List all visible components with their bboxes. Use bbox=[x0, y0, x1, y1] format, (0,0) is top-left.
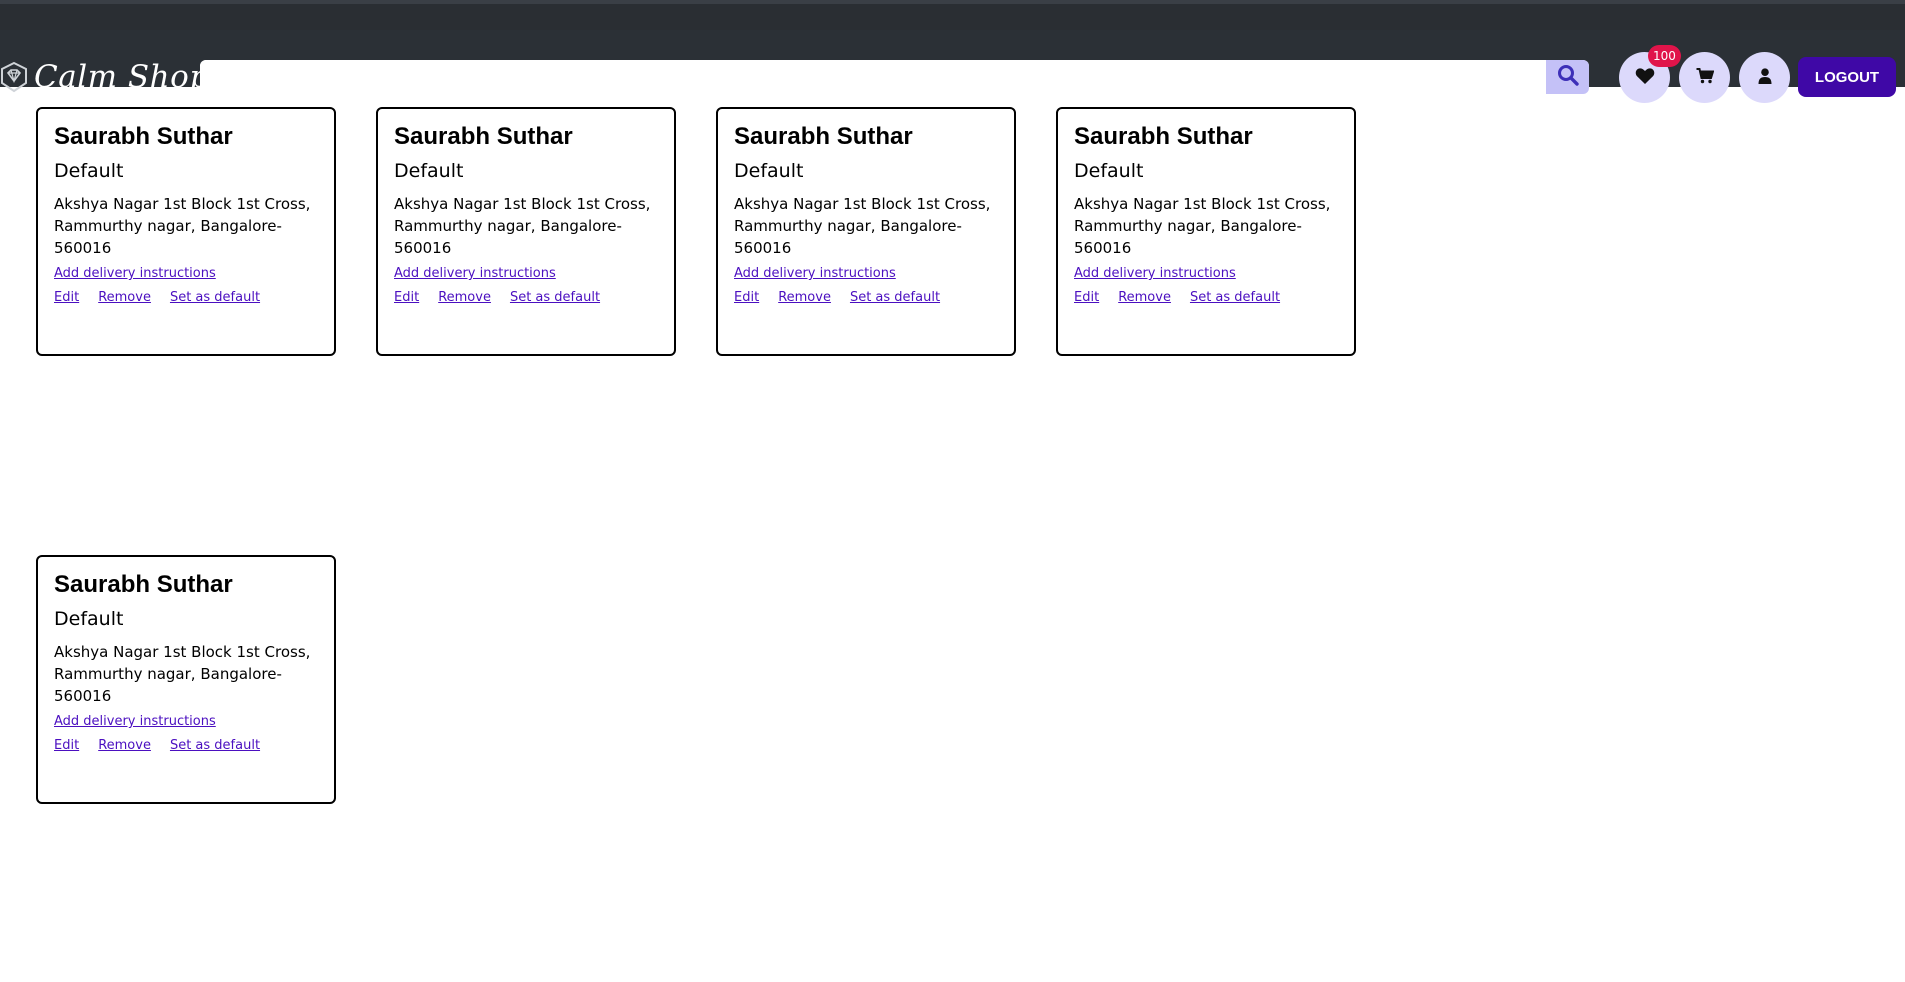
address-name: Saurabh Suthar bbox=[734, 123, 913, 150]
search-bar bbox=[200, 60, 1589, 94]
remove-address-link[interactable]: Remove bbox=[98, 738, 151, 753]
set-default-link[interactable]: Set as default bbox=[1190, 290, 1280, 305]
add-delivery-instructions-link[interactable]: Add delivery instructions bbox=[1074, 266, 1236, 281]
address-name: Saurabh Suthar bbox=[1074, 123, 1253, 150]
logout-button[interactable]: LOGOUT bbox=[1798, 57, 1896, 97]
edit-address-link[interactable]: Edit bbox=[1074, 290, 1099, 305]
address-default-label: Default bbox=[54, 608, 124, 630]
address-text: Akshya Nagar 1st Block 1st Cross, Rammur… bbox=[394, 195, 651, 257]
address-default-label: Default bbox=[394, 160, 464, 182]
navbar: Calm Shop 100 LOGOUT bbox=[0, 30, 1905, 103]
set-default-link[interactable]: Set as default bbox=[510, 290, 600, 305]
address-actions: Edit Remove Set as default bbox=[734, 290, 998, 305]
remove-address-link[interactable]: Remove bbox=[438, 290, 491, 305]
address-name: Saurabh Suthar bbox=[394, 123, 573, 150]
address-name: Saurabh Suthar bbox=[54, 123, 233, 150]
brand-name: Calm Shop bbox=[34, 59, 210, 95]
address-card: Saurabh Suthar Default Akshya Nagar 1st … bbox=[36, 107, 336, 356]
browser-top-strip bbox=[0, 0, 1905, 30]
address-card: Saurabh Suthar Default Akshya Nagar 1st … bbox=[716, 107, 1016, 356]
account-button[interactable] bbox=[1739, 52, 1790, 103]
address-card: Saurabh Suthar Default Akshya Nagar 1st … bbox=[376, 107, 676, 356]
set-default-link[interactable]: Set as default bbox=[170, 290, 260, 305]
remove-address-link[interactable]: Remove bbox=[98, 290, 151, 305]
search-input[interactable] bbox=[200, 60, 1546, 94]
cart-icon bbox=[1696, 67, 1714, 88]
address-default-label: Default bbox=[1074, 160, 1144, 182]
edit-address-link[interactable]: Edit bbox=[54, 290, 79, 305]
heart-icon bbox=[1635, 67, 1655, 89]
address-card: Saurabh Suthar Default Akshya Nagar 1st … bbox=[1056, 107, 1356, 356]
address-default-label: Default bbox=[54, 160, 124, 182]
address-actions: Edit Remove Set as default bbox=[54, 738, 318, 753]
address-actions: Edit Remove Set as default bbox=[394, 290, 658, 305]
user-icon bbox=[1758, 67, 1772, 88]
set-default-link[interactable]: Set as default bbox=[850, 290, 940, 305]
address-text: Akshya Nagar 1st Block 1st Cross, Rammur… bbox=[734, 195, 991, 257]
add-delivery-instructions-link[interactable]: Add delivery instructions bbox=[734, 266, 896, 281]
wishlist-count-badge: 100 bbox=[1648, 45, 1681, 67]
cart-button[interactable] bbox=[1679, 52, 1730, 103]
remove-address-link[interactable]: Remove bbox=[1118, 290, 1171, 305]
remove-address-link[interactable]: Remove bbox=[778, 290, 831, 305]
address-text: Akshya Nagar 1st Block 1st Cross, Rammur… bbox=[54, 195, 311, 257]
search-icon bbox=[1557, 64, 1579, 90]
address-card: Saurabh Suthar Default Akshya Nagar 1st … bbox=[36, 555, 336, 804]
address-actions: Edit Remove Set as default bbox=[1074, 290, 1338, 305]
edit-address-link[interactable]: Edit bbox=[54, 738, 79, 753]
edit-address-link[interactable]: Edit bbox=[734, 290, 759, 305]
search-button[interactable] bbox=[1546, 60, 1589, 94]
address-text: Akshya Nagar 1st Block 1st Cross, Rammur… bbox=[54, 643, 311, 705]
add-delivery-instructions-link[interactable]: Add delivery instructions bbox=[394, 266, 556, 281]
address-name: Saurabh Suthar bbox=[54, 571, 233, 598]
address-default-label: Default bbox=[734, 160, 804, 182]
shield-diamond-icon bbox=[0, 61, 28, 93]
add-delivery-instructions-link[interactable]: Add delivery instructions bbox=[54, 266, 216, 281]
brand-logo[interactable]: Calm Shop bbox=[0, 59, 210, 95]
set-default-link[interactable]: Set as default bbox=[170, 738, 260, 753]
address-text: Akshya Nagar 1st Block 1st Cross, Rammur… bbox=[1074, 195, 1331, 257]
address-actions: Edit Remove Set as default bbox=[54, 290, 318, 305]
add-delivery-instructions-link[interactable]: Add delivery instructions bbox=[54, 714, 216, 729]
edit-address-link[interactable]: Edit bbox=[394, 290, 419, 305]
